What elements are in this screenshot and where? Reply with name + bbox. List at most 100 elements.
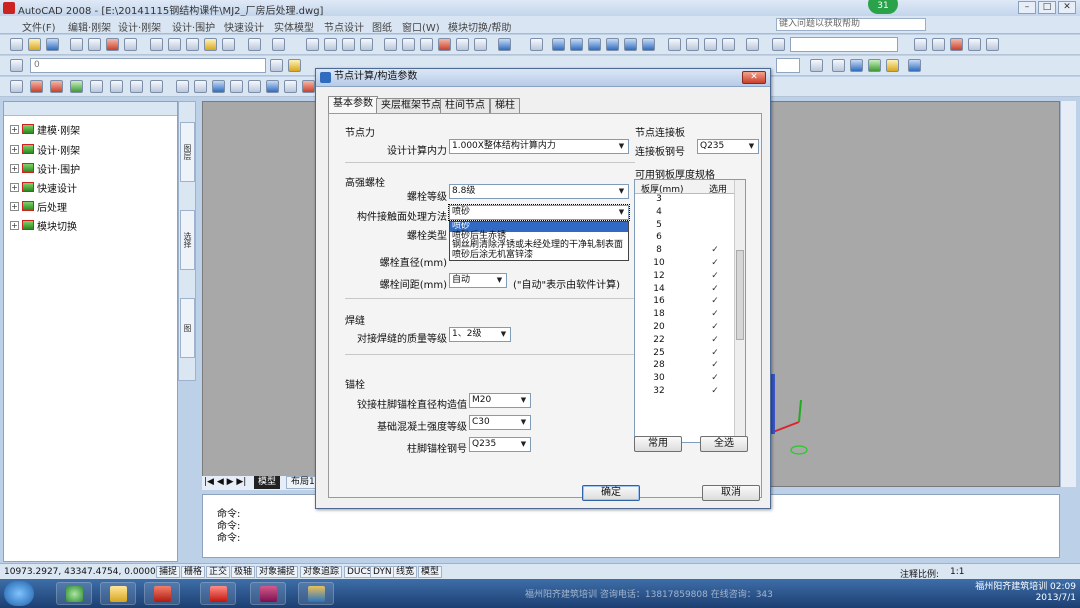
tool-j-icon[interactable]: [194, 80, 207, 93]
tree-item-design-envelope[interactable]: + 设计·围护: [10, 161, 80, 176]
zoom-previous-icon[interactable]: [360, 38, 373, 51]
contact-surface-select[interactable]: 喷砂 ▼: [448, 204, 630, 221]
use-checkmark[interactable]: ✓: [705, 386, 725, 396]
tool-o-icon[interactable]: [284, 80, 297, 93]
tool-f-icon[interactable]: [110, 80, 123, 93]
tool-b-icon[interactable]: [30, 80, 43, 93]
side-tab-layer[interactable]: 图层: [180, 122, 195, 182]
match-properties-icon[interactable]: [204, 38, 217, 51]
use-checkmark[interactable]: ✓: [705, 271, 725, 281]
thickness-row[interactable]: 18 ✓: [635, 309, 735, 322]
camera-icon[interactable]: [746, 38, 759, 51]
layer-combo[interactable]: 0: [30, 58, 266, 73]
use-checkmark[interactable]: ✓: [705, 258, 725, 268]
tool-p-icon[interactable]: [302, 80, 315, 93]
conceptual-icon[interactable]: [868, 59, 881, 72]
copy-icon[interactable]: [168, 38, 181, 51]
menu-item[interactable]: 文件(F): [22, 19, 56, 34]
tab-ladder-column[interactable]: 梯柱: [490, 98, 520, 113]
plot-icon[interactable]: [70, 38, 83, 51]
toggle-polar[interactable]: 极轴: [231, 566, 256, 578]
use-checkmark[interactable]: ✓: [705, 348, 725, 358]
taskbar-explorer[interactable]: [100, 582, 136, 605]
walk-icon[interactable]: [950, 38, 963, 51]
tool-i-icon[interactable]: [176, 80, 189, 93]
paste-icon[interactable]: [186, 38, 199, 51]
publish-icon[interactable]: [106, 38, 119, 51]
menu-item[interactable]: 窗口(W): [402, 19, 440, 34]
ne-iso-icon[interactable]: [704, 38, 717, 51]
menu-item[interactable]: 设计·围护: [172, 19, 215, 34]
free-orbit-icon[interactable]: [932, 38, 945, 51]
tab-nav-arrows[interactable]: |◀ ◀ ▶ ▶|: [204, 477, 246, 487]
tab-basic-params[interactable]: 基本参数: [328, 96, 378, 114]
materials-icon[interactable]: [908, 59, 921, 72]
realistic-icon[interactable]: [850, 59, 863, 72]
make-current-icon[interactable]: [270, 59, 283, 72]
expand-icon[interactable]: +: [10, 144, 19, 154]
front-view-icon[interactable]: [624, 38, 637, 51]
tool-a-icon[interactable]: [10, 80, 23, 93]
tool-n-icon[interactable]: [266, 80, 279, 93]
menu-item[interactable]: 编辑·刚架: [68, 19, 111, 34]
named-views-combo[interactable]: [790, 37, 898, 52]
new-icon[interactable]: [10, 38, 23, 51]
anchor-steel-select[interactable]: Q235 ▼: [469, 437, 531, 452]
tree-item-post-processing[interactable]: + 后处理: [10, 199, 67, 214]
render-icon[interactable]: [886, 59, 899, 72]
tool-palettes-icon[interactable]: [420, 38, 433, 51]
help-search-input[interactable]: 键入问题以获取帮助: [776, 18, 926, 31]
taskbar-pdf[interactable]: [200, 582, 236, 605]
start-button[interactable]: [4, 581, 34, 606]
redo-icon[interactable]: [272, 38, 285, 51]
bolt-spacing-select[interactable]: 自动 ▼: [449, 273, 507, 288]
tab-column-nodes[interactable]: 柱间节点: [440, 98, 490, 113]
maximize-button[interactable]: □: [1038, 1, 1056, 14]
back-view-icon[interactable]: [642, 38, 655, 51]
tool-m-icon[interactable]: [248, 80, 261, 93]
thickness-row[interactable]: 12 ✓: [635, 271, 735, 284]
design-center-icon[interactable]: [402, 38, 415, 51]
taskbar-browser[interactable]: [56, 582, 92, 605]
tool-g-icon[interactable]: [130, 80, 143, 93]
menu-item[interactable]: 实体模型: [274, 19, 314, 34]
toggle-ortho[interactable]: 正交: [206, 566, 231, 578]
layer-previous-icon[interactable]: [288, 59, 301, 72]
tab-model[interactable]: 模型: [254, 476, 281, 489]
left-view-icon[interactable]: [588, 38, 601, 51]
expand-icon[interactable]: +: [10, 220, 19, 230]
help-icon[interactable]: [498, 38, 511, 51]
taskbar-app6[interactable]: [298, 582, 334, 605]
thickness-row[interactable]: 14 ✓: [635, 284, 735, 297]
design-force-select[interactable]: 1.000X整体结构计算内力 ▼: [449, 139, 629, 154]
close-button[interactable]: ✕: [1058, 1, 1076, 14]
notification-badge[interactable]: 31: [868, 0, 898, 14]
select-all-button[interactable]: 全选: [700, 436, 748, 452]
weld-quality-select[interactable]: 1、2级 ▼: [449, 327, 511, 342]
thickness-row[interactable]: 22 ✓: [635, 335, 735, 348]
save-icon[interactable]: [46, 38, 59, 51]
thickness-row[interactable]: 32 ✓: [635, 386, 735, 399]
camera-adjust-icon[interactable]: [986, 38, 999, 51]
tool-c-icon[interactable]: [50, 80, 63, 93]
calculator-icon[interactable]: [474, 38, 487, 51]
tool-l-icon[interactable]: [230, 80, 243, 93]
taskbar-autocad[interactable]: [144, 582, 180, 605]
use-checkmark[interactable]: ✓: [705, 335, 725, 345]
properties-icon[interactable]: [384, 38, 397, 51]
tab-mezzanine-nodes[interactable]: 夹层框架节点: [376, 98, 446, 113]
toggle-osnap[interactable]: 对象捕捉: [256, 566, 299, 578]
ucs-icon[interactable]: [772, 38, 785, 51]
minimize-button[interactable]: –: [1018, 1, 1036, 14]
expand-icon[interactable]: +: [10, 201, 19, 211]
right-view-icon[interactable]: [606, 38, 619, 51]
tree-item-module-switch[interactable]: + 模块切换: [10, 218, 77, 233]
menu-item[interactable]: 图纸: [372, 19, 392, 34]
expand-icon[interactable]: +: [10, 182, 19, 192]
common-button[interactable]: 常用: [634, 436, 682, 452]
undo-icon[interactable]: [248, 38, 261, 51]
thickness-row[interactable]: 10 ✓: [635, 258, 735, 271]
tree-item-design-frame[interactable]: + 设计·刚架: [10, 142, 80, 157]
use-checkmark[interactable]: ✓: [705, 284, 725, 294]
thickness-row[interactable]: 3: [635, 194, 735, 207]
